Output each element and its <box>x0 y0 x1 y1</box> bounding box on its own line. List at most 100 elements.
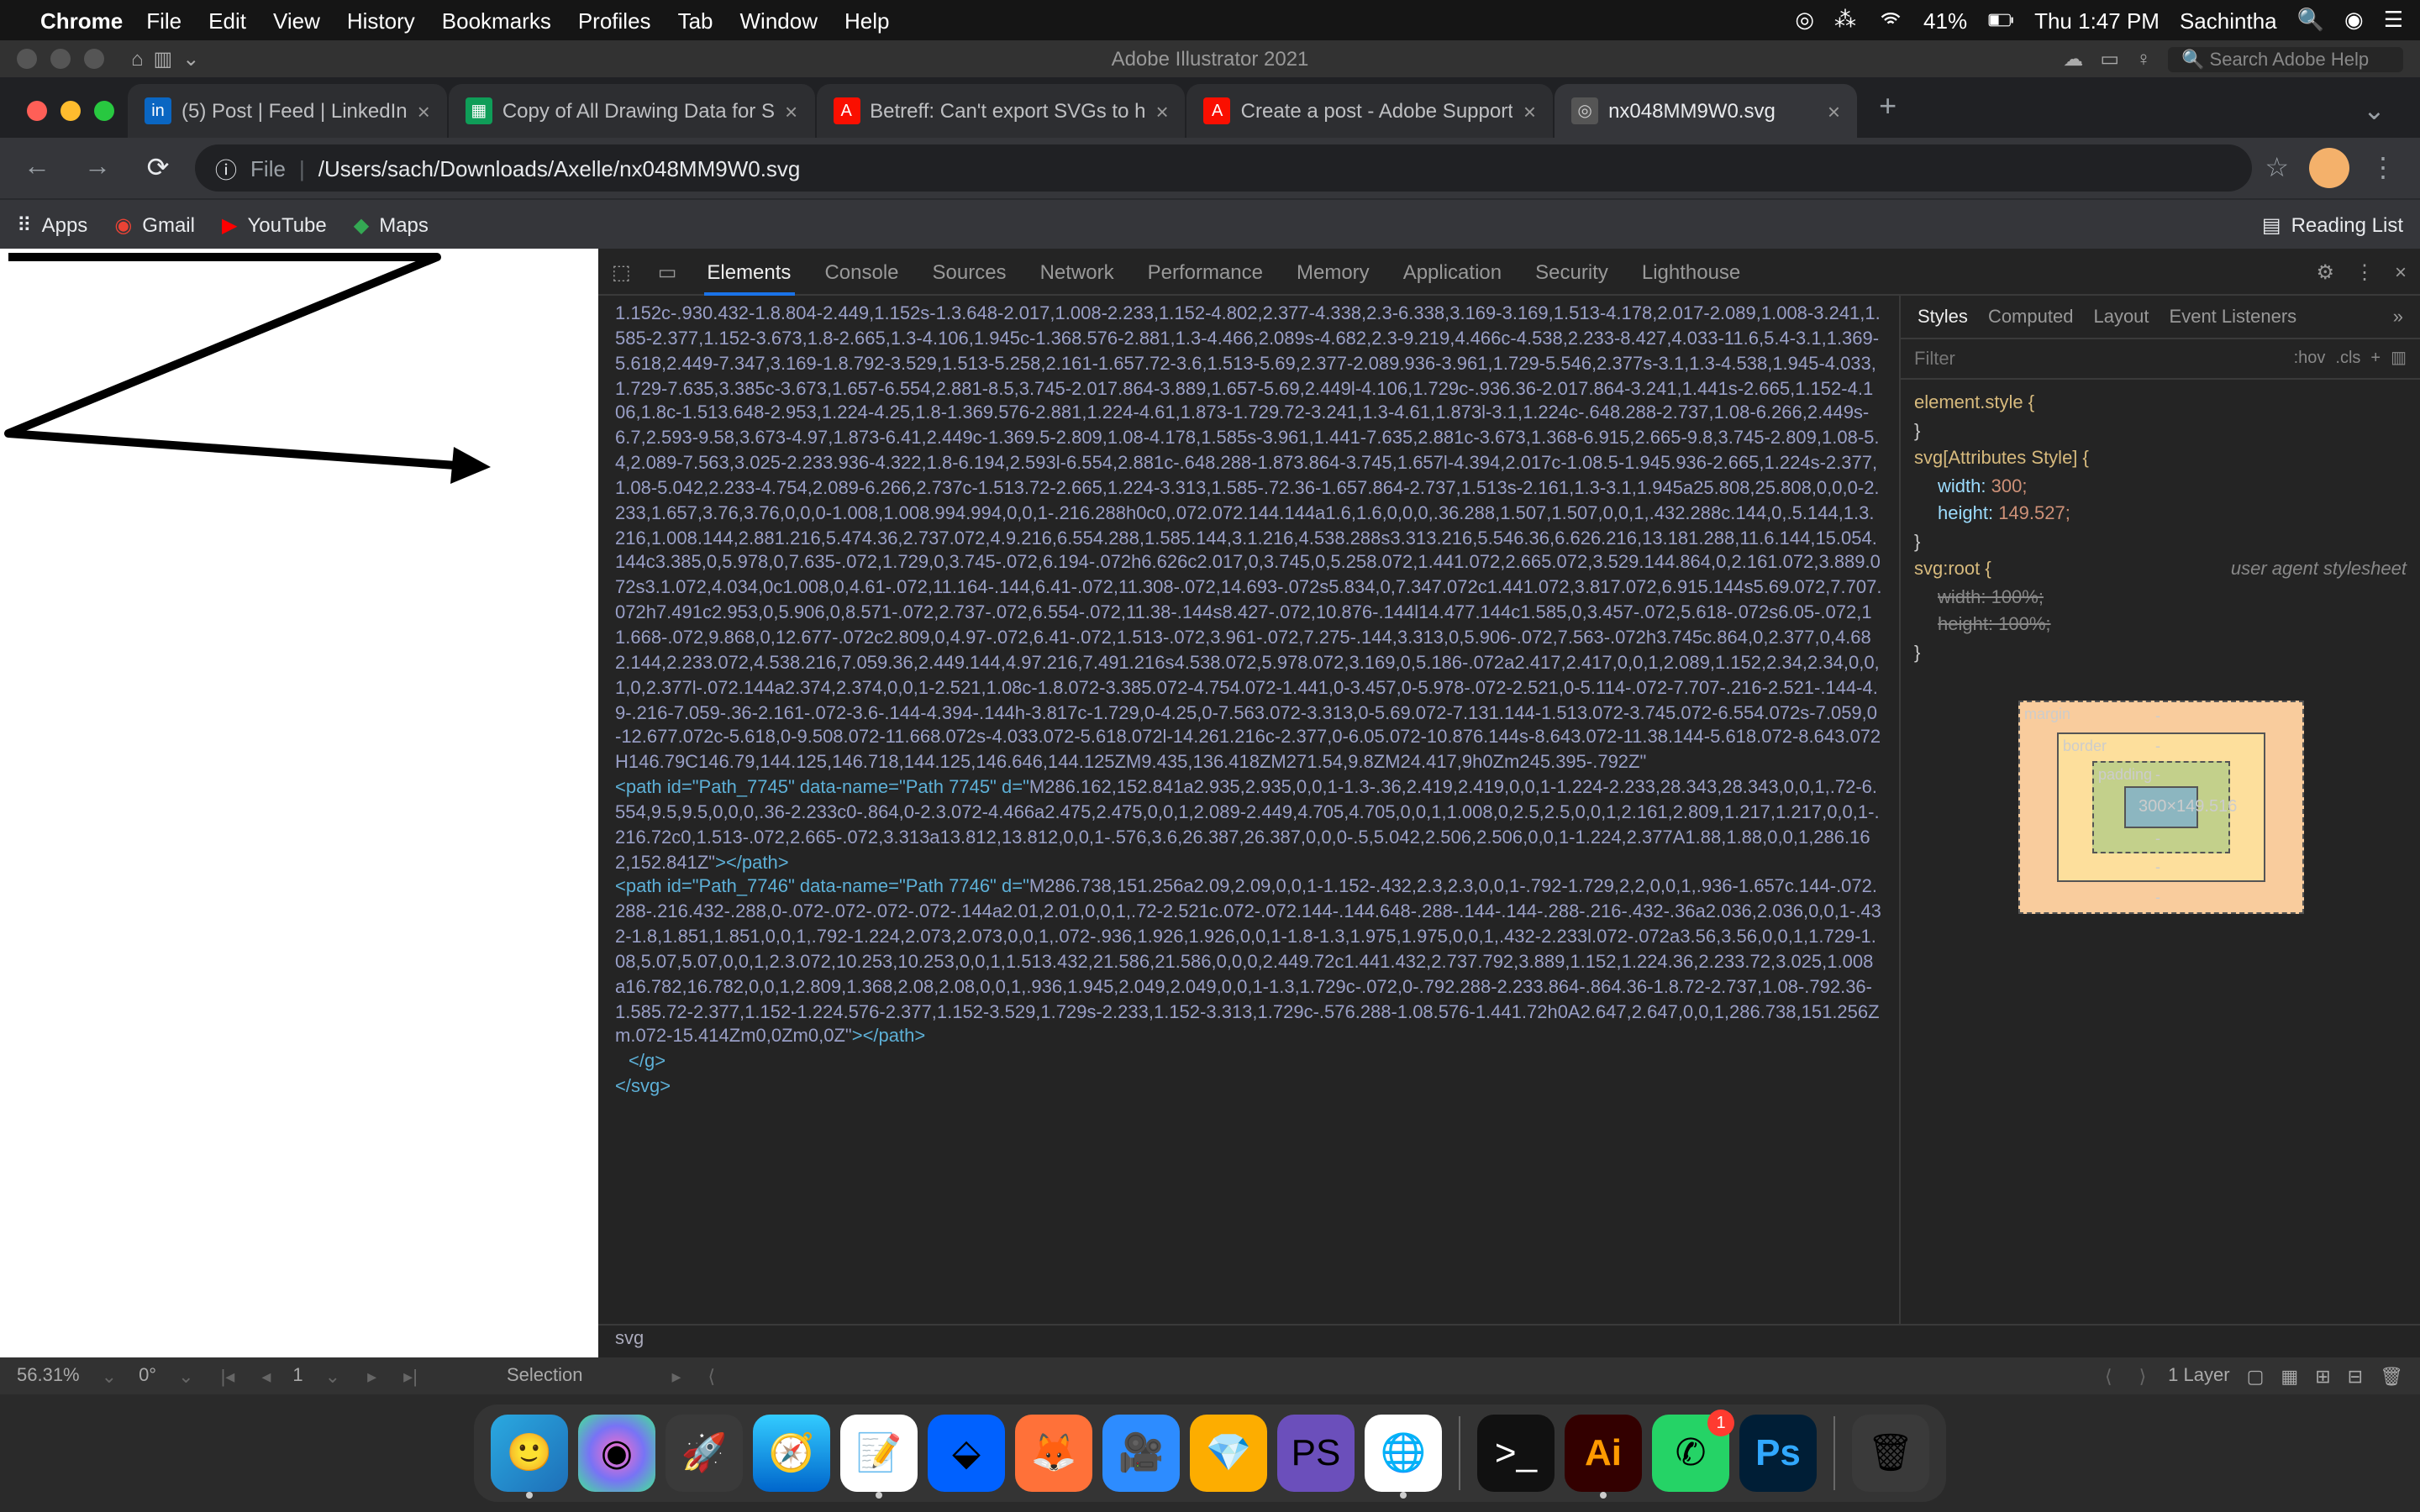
play-icon[interactable]: ▸ <box>666 1365 686 1387</box>
devtools-tab-memory[interactable]: Memory <box>1293 260 1373 283</box>
tab-sheets[interactable]: ▦ Copy of All Drawing Data for S × <box>449 84 814 138</box>
menu-edit[interactable]: Edit <box>208 8 246 33</box>
dock-finder[interactable]: 🙂 <box>491 1415 568 1492</box>
tab-close-icon[interactable]: × <box>785 98 797 123</box>
layer-panel-icon[interactable]: ▦ <box>2281 1365 2298 1387</box>
tab-close-icon[interactable]: × <box>1155 98 1168 123</box>
menu-file[interactable]: File <box>146 8 182 33</box>
hov-toggle[interactable]: :hov <box>2294 349 2326 368</box>
rendered-svg-viewport[interactable] <box>0 249 598 1357</box>
bookmark-gmail[interactable]: ◉Gmail <box>114 213 195 236</box>
devtools-tab-performance[interactable]: Performance <box>1144 260 1266 283</box>
dock-phpstorm[interactable]: PS <box>1277 1415 1355 1492</box>
ai-home-icon[interactable]: ⌂ <box>131 47 144 71</box>
menu-window[interactable]: Window <box>740 8 818 33</box>
side-tab-styles[interactable]: Styles <box>1918 307 1968 327</box>
layer-panel-icon[interactable]: ⊞ <box>2315 1365 2330 1387</box>
dock-whatsapp[interactable]: ✆1 <box>1652 1415 1729 1492</box>
side-tab-computed[interactable]: Computed <box>1988 307 2074 327</box>
devtools-tab-network[interactable]: Network <box>1037 260 1118 283</box>
dom-tree[interactable]: 1.152c-.930.432-1.8.804-2.449,1.152s-1.3… <box>598 296 1899 1324</box>
layer-panel-icon[interactable]: ⊟ <box>2348 1365 2363 1387</box>
devtools-tab-security[interactable]: Security <box>1532 260 1612 283</box>
style-rules[interactable]: element.style { } svg[Attributes Style] … <box>1901 380 2420 958</box>
bookmark-youtube[interactable]: ▶YouTube <box>222 213 327 236</box>
omnibox[interactable]: ⓘ File | /Users/sach/Downloads/Axelle/nx… <box>195 144 2251 192</box>
bluetooth-icon[interactable]: ⁂ <box>1834 7 1856 34</box>
new-tab-button[interactable]: + <box>1859 89 1917 138</box>
screenrec-icon[interactable]: ◎ <box>1795 7 1814 34</box>
control-center-icon[interactable]: ☰ <box>2384 7 2403 34</box>
tab-close-icon[interactable]: × <box>1828 98 1840 123</box>
kebab-menu-icon[interactable]: ⋮ <box>2370 151 2396 185</box>
ai-dropdown-icon[interactable]: ⌄ <box>182 47 199 71</box>
bookmark-maps[interactable]: ◆Maps <box>354 213 429 236</box>
user-name[interactable]: Sachintha <box>2180 8 2277 33</box>
devtools-kebab-icon[interactable]: ⋮ <box>2354 260 2375 283</box>
forward-button[interactable]: → <box>74 144 121 192</box>
dock-launchpad[interactable]: 🚀 <box>666 1415 743 1492</box>
chrome-traffic-lights[interactable] <box>13 101 128 138</box>
tab-close-icon[interactable]: × <box>1523 98 1536 123</box>
scroll-left-icon[interactable]: ⟨ <box>2100 1365 2118 1387</box>
ai-bulb-icon[interactable]: ♀ <box>2136 47 2151 71</box>
battery-icon[interactable] <box>1987 8 2014 32</box>
spotlight-icon[interactable]: 🔍 <box>2297 7 2324 34</box>
menu-bookmarks[interactable]: Bookmarks <box>442 8 551 33</box>
dock-siri[interactable]: ◉ <box>578 1415 655 1492</box>
chevron-down-icon[interactable]: ⌄ <box>173 1365 198 1387</box>
devtools-tab-lighthouse[interactable]: Lighthouse <box>1639 260 1744 283</box>
dock-safari[interactable]: 🧭 <box>753 1415 830 1492</box>
wifi-icon[interactable] <box>1876 8 1903 32</box>
back-button[interactable]: ← <box>13 144 60 192</box>
battery-percent[interactable]: 41% <box>1923 8 1967 33</box>
tab-overflow[interactable]: ⌄ <box>2339 94 2420 138</box>
prev-artboard-icon[interactable]: ◂ <box>256 1365 276 1387</box>
devtools-tab-console[interactable]: Console <box>821 260 902 283</box>
menu-help[interactable]: Help <box>844 8 890 33</box>
styles-filter-input[interactable] <box>1914 349 2284 369</box>
ai-share-icon[interactable]: ▭ <box>2100 47 2119 71</box>
side-tab-events[interactable]: Event Listeners <box>2170 307 2297 327</box>
tab-linkedin[interactable]: in (5) Post | Feed | LinkedIn × <box>128 84 447 138</box>
dock-dropbox[interactable]: ⬙ <box>928 1415 1005 1492</box>
tab-adobe2[interactable]: A Create a post - Adobe Support × <box>1187 84 1553 138</box>
reload-button[interactable]: ⟳ <box>134 144 182 192</box>
chevron-down-icon[interactable]: ⌄ <box>97 1365 122 1387</box>
zoom-level[interactable]: 56.31% <box>17 1366 80 1386</box>
inspect-icon[interactable]: ⬚ <box>612 260 631 283</box>
last-artboard-icon[interactable]: ▸| <box>398 1365 423 1387</box>
devtools-settings-icon[interactable]: ⚙ <box>2316 260 2334 283</box>
ai-search-box[interactable]: 🔍 Search Adobe Help <box>2168 46 2403 71</box>
scroll-right-icon[interactable]: ⟩ <box>2134 1365 2152 1387</box>
dock-chrome[interactable]: 🌐 <box>1365 1415 1442 1492</box>
devtools-tab-sources[interactable]: Sources <box>929 260 1010 283</box>
devtools-tab-application[interactable]: Application <box>1400 260 1505 283</box>
tab-close-icon[interactable]: × <box>418 98 430 123</box>
device-toggle-icon[interactable]: ▭ <box>658 260 677 283</box>
side-tab-layout[interactable]: Layout <box>2093 307 2149 327</box>
ai-panel-icon[interactable]: ▥ <box>154 47 173 71</box>
cls-toggle[interactable]: .cls <box>2335 349 2360 368</box>
devtools-close-icon[interactable]: × <box>2395 260 2407 283</box>
ai-traffic-lights[interactable] <box>17 49 104 69</box>
dock-trash[interactable]: 🗑 <box>1852 1415 1929 1492</box>
tab-adobe1[interactable]: A Betreff: Can't export SVGs to h × <box>816 84 1186 138</box>
dock-notes[interactable]: 📝 <box>840 1415 918 1492</box>
rotate-value[interactable]: 0° <box>139 1366 156 1386</box>
menu-history[interactable]: History <box>347 8 415 33</box>
dock-photoshop[interactable]: Ps <box>1739 1415 1817 1492</box>
chevron-down-icon[interactable]: ⌄ <box>320 1365 345 1387</box>
menu-view[interactable]: View <box>273 8 320 33</box>
site-info-icon[interactable]: ⓘ <box>215 152 237 184</box>
dock-zoom[interactable]: 🎥 <box>1102 1415 1180 1492</box>
next-artboard-icon[interactable]: ▸ <box>362 1365 381 1387</box>
new-rule-icon[interactable]: + <box>2370 349 2381 368</box>
menu-profiles[interactable]: Profiles <box>578 8 651 33</box>
side-tab-more-icon[interactable]: » <box>2393 307 2403 327</box>
bookmark-star-icon[interactable]: ☆ <box>2265 151 2289 185</box>
tab-svg-active[interactable]: ◎ nx048MM9W0.svg × <box>1555 84 1857 138</box>
bookmark-reading-list[interactable]: ▤Reading List <box>2262 213 2403 236</box>
profile-avatar[interactable] <box>2309 148 2349 188</box>
artboard-number[interactable]: 1 <box>292 1366 302 1386</box>
